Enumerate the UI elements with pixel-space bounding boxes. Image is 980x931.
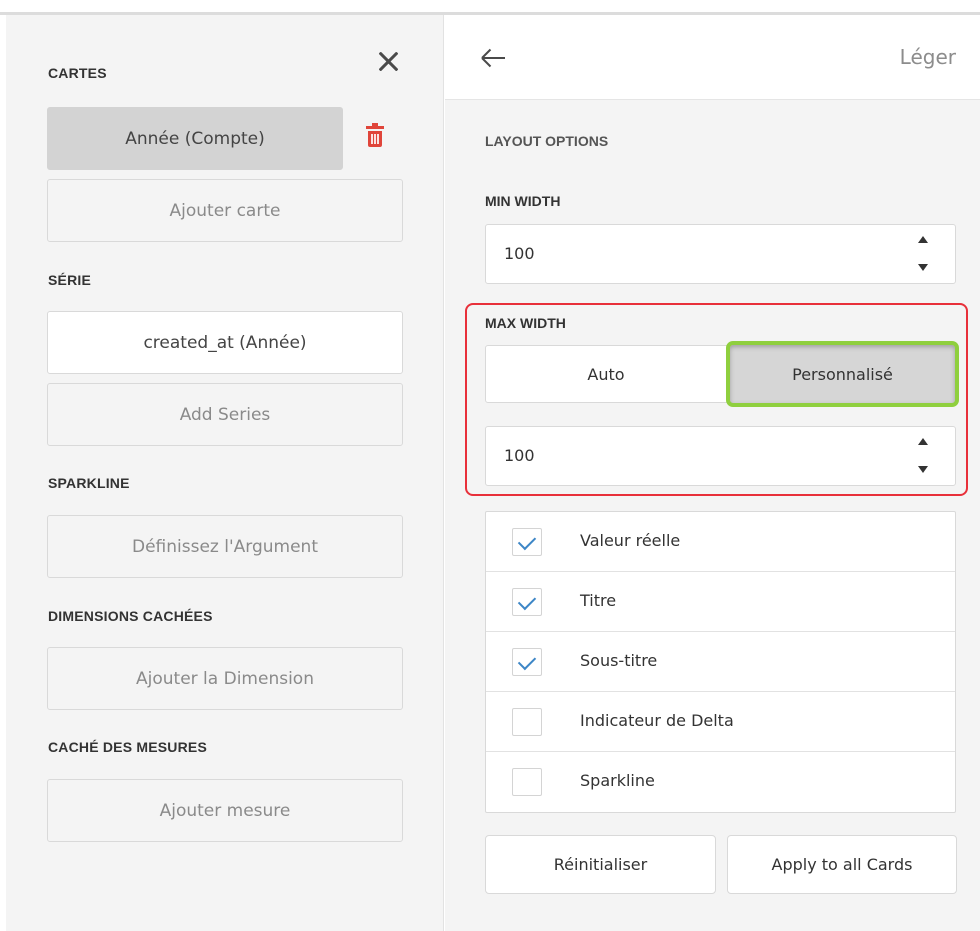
checkbox-row-delta-indicator[interactable]: Indicateur de Delta [486,692,955,752]
add-dimension-button[interactable]: Ajouter la Dimension [47,647,403,710]
checkbox-label: Sous-titre [580,651,658,670]
add-measure-button[interactable]: Ajouter mesure [47,779,403,842]
series-section-label: SÉRIE [48,272,92,288]
reset-button[interactable]: Réinitialiser [485,835,716,894]
card-item-annee-compte[interactable]: Année (Compte) [47,107,343,170]
checkbox[interactable] [512,768,542,796]
trash-icon[interactable] [365,122,385,150]
checkbox-label: Titre [580,591,617,610]
data-items-panel: CARTES Année (Compte) Ajouter carte SÉRI… [6,15,444,931]
checkbox-label: Sparkline [580,771,655,790]
min-width-value[interactable]: 100 [504,244,535,263]
min-width-label: MIN WIDTH [485,193,561,209]
max-width-auto-option[interactable]: Auto [486,346,726,402]
layout-options-label: LAYOUT OPTIONS [485,133,609,149]
set-argument-button[interactable]: Définissez l'Argument [47,515,403,578]
max-width-label: MAX WIDTH [485,315,566,331]
checkbox-label: Indicateur de Delta [580,711,734,730]
add-series-button[interactable]: Add Series [47,383,403,446]
apply-to-all-cards-button[interactable]: Apply to all Cards [727,835,957,894]
increment-arrow-icon[interactable] [918,236,928,243]
checkbox[interactable] [512,528,542,556]
close-icon[interactable] [371,45,405,79]
layout-options-panel: LAYOUT OPTIONS MIN WIDTH 100 MAX WIDTH A… [445,100,980,931]
checkbox-row-actual-value[interactable]: Valeur réelle [486,512,955,572]
decrement-arrow-icon[interactable] [918,466,928,473]
hidden-measures-section-label: CACHÉ DES MESURES [48,739,207,755]
checkbox[interactable] [512,588,542,616]
checkbox-row-title[interactable]: Titre [486,572,955,632]
checkbox[interactable] [512,648,542,676]
min-width-spinner[interactable]: 100 [485,224,956,284]
hidden-dimensions-section-label: DIMENSIONS CACHÉES [48,608,213,624]
checkbox-row-subtitle[interactable]: Sous-titre [486,632,955,692]
max-width-spinner[interactable]: 100 [485,426,956,486]
checkbox[interactable] [512,708,542,736]
checkbox-row-sparkline[interactable]: Sparkline [486,752,955,812]
max-width-value[interactable]: 100 [504,446,535,465]
cards-section-label: CARTES [48,65,107,81]
sparkline-section-label: SPARKLINE [48,475,130,491]
decrement-arrow-icon[interactable] [918,264,928,271]
card-elements-list: Valeur réelle Titre Sous-titre Indicateu… [485,511,956,813]
add-card-button[interactable]: Ajouter carte [47,179,403,242]
options-header: Léger [445,15,980,100]
arrow-left-icon[interactable] [481,45,507,71]
max-width-mode-toggle: Auto Personnalisé [485,341,959,407]
options-title: Léger [899,45,956,69]
series-item-created-at[interactable]: created_at (Année) [47,311,403,374]
increment-arrow-icon[interactable] [918,438,928,445]
max-width-custom-option[interactable]: Personnalisé [726,341,959,407]
checkbox-label: Valeur réelle [580,531,681,550]
